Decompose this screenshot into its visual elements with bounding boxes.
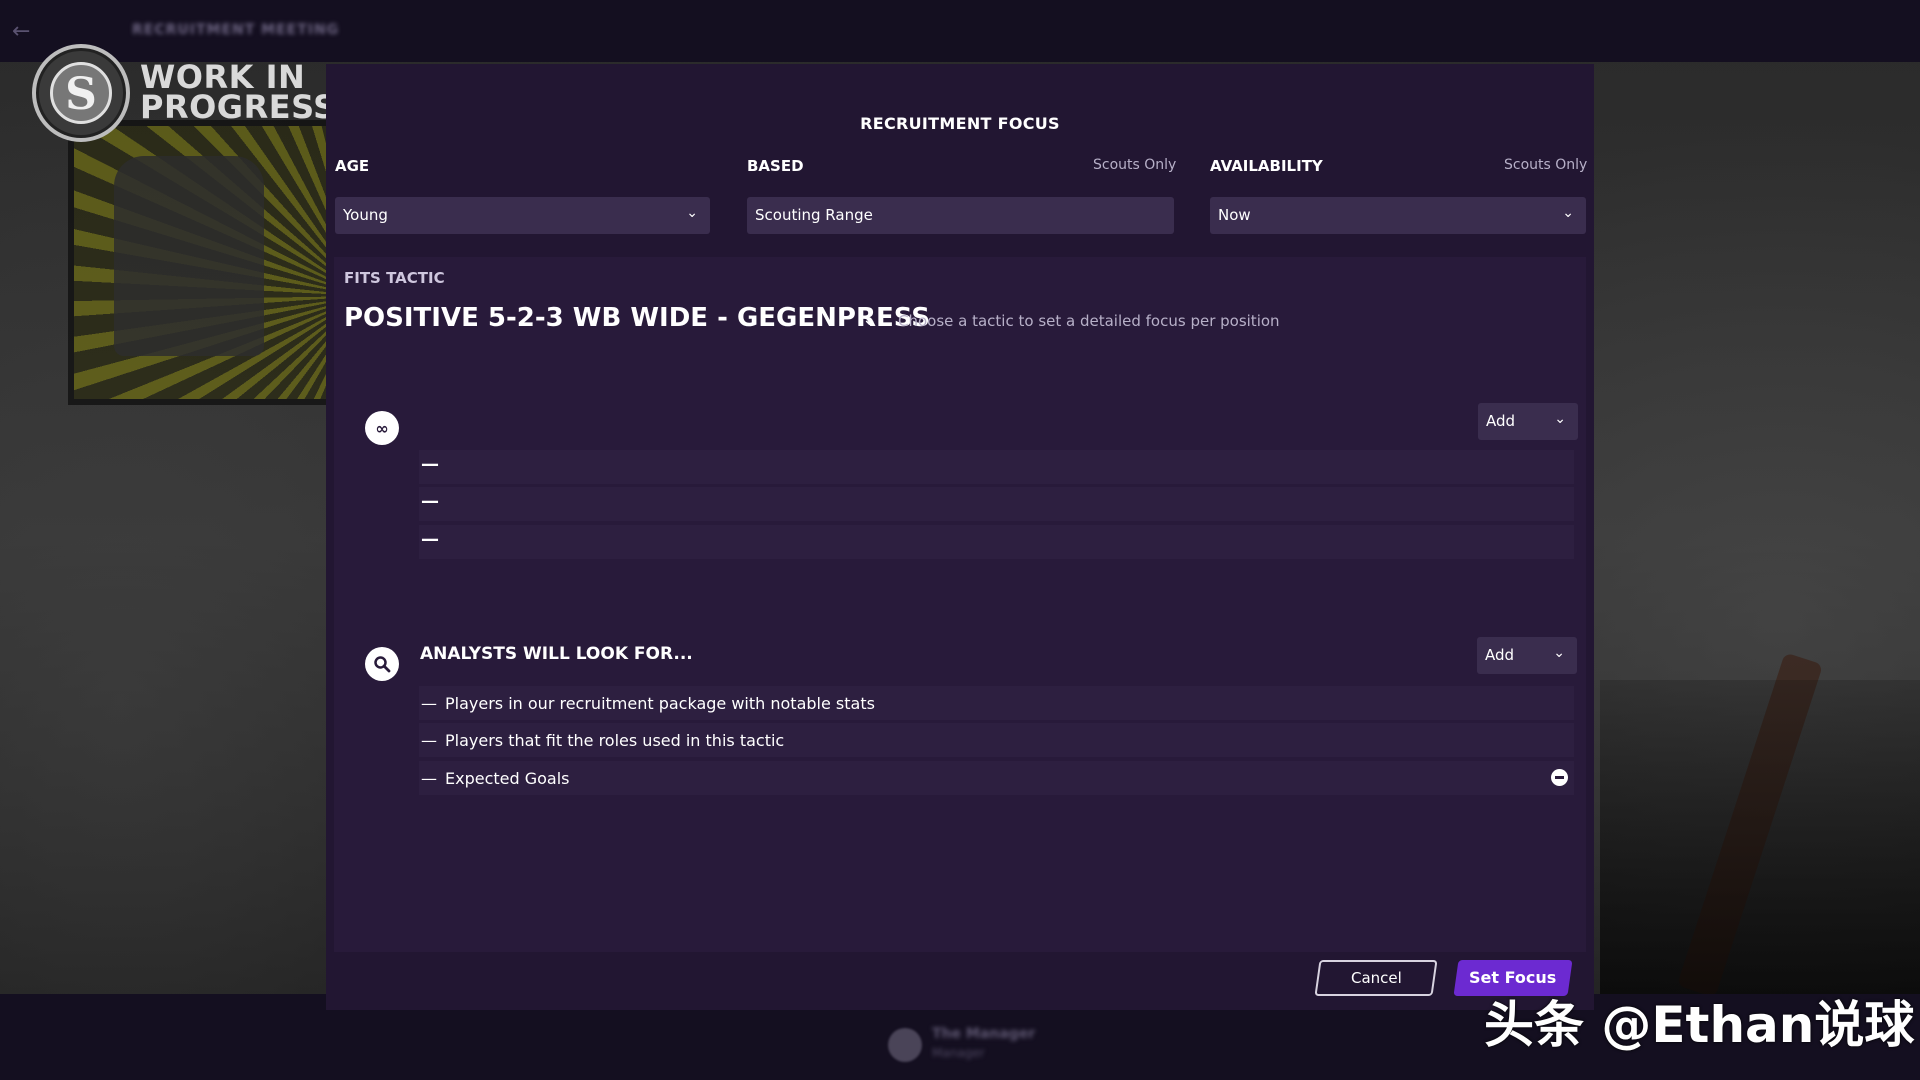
- corner-watermark: 头条 @Ethan说球: [1484, 996, 1915, 1054]
- analysts-row: — Players that fit the roles used in this…: [419, 723, 1574, 757]
- age-dropdown[interactable]: Young ⌄: [335, 197, 710, 234]
- binoculars-icon: ∞: [365, 411, 399, 445]
- analysts-row-text: Players that fit the roles used in this …: [445, 731, 785, 750]
- chevron-down-icon: ⌄: [1562, 205, 1574, 221]
- tactic-name-selector[interactable]: POSITIVE 5-2-3 WB WIDE - GEGENPRESS: [344, 303, 930, 333]
- availability-dropdown[interactable]: Now ⌄: [1210, 197, 1586, 234]
- sports-interactive-logo: [32, 44, 130, 142]
- analysts-row: — Players in our recruitment package with…: [419, 686, 1574, 720]
- logo-emblem: [50, 62, 112, 124]
- analysts-row: — Expected Goals: [419, 761, 1574, 795]
- row-dash: —: [421, 769, 437, 788]
- analysts-add-dropdown[interactable]: Add ⌄: [1477, 637, 1577, 674]
- scouts-add-dropdown[interactable]: Add ⌄: [1478, 403, 1578, 440]
- recruitment-focus-modal: RECRUITMENT FOCUS AGE Young ⌄ BASED Scou…: [326, 64, 1594, 1010]
- modal-title: RECRUITMENT FOCUS: [860, 114, 1060, 133]
- manager-role: Manager: [932, 1046, 985, 1060]
- scouts-add-label: Add: [1486, 412, 1516, 430]
- based-scouts-only: Scouts Only: [1093, 157, 1177, 173]
- based-value: Scouting Range: [755, 206, 873, 224]
- analysts-row-text: Expected Goals: [445, 769, 570, 788]
- analysts-heading: ANALYSTS WILL LOOK FOR...: [420, 644, 693, 664]
- availability-value: Now: [1218, 206, 1251, 224]
- analysts-add-label: Add: [1485, 646, 1515, 664]
- analysts-row-text: Players in our recruitment package with …: [445, 694, 875, 713]
- chevron-down-icon: ⌄: [686, 205, 698, 221]
- chevron-down-icon[interactable]: ⌄: [862, 309, 877, 330]
- chevron-down-icon: ⌄: [1553, 645, 1565, 661]
- cancel-label: Cancel: [1350, 969, 1402, 987]
- magnifier-glyph: [374, 656, 391, 673]
- scouts-row: —: [419, 450, 1574, 484]
- age-value: Young: [343, 206, 388, 224]
- work-in-progress-watermark: WORK IN PROGRESS: [140, 61, 337, 126]
- chevron-down-icon: ⌄: [1554, 411, 1566, 427]
- fits-tactic-label: FITS TACTIC: [344, 269, 445, 287]
- tactic-hint: Choose a tactic to set a detailed focus …: [898, 312, 1280, 330]
- topbar-title: RECRUITMENT MEETING: [132, 22, 340, 38]
- age-label: AGE: [335, 157, 370, 175]
- framed-shirt: [114, 156, 264, 356]
- cancel-button[interactable]: Cancel: [1314, 960, 1438, 996]
- manager-avatar[interactable]: [888, 1028, 922, 1062]
- availability-label: AVAILABILITY: [1210, 157, 1323, 175]
- wip-line-2: PROGRESS: [140, 88, 337, 126]
- row-dash: —: [421, 694, 437, 713]
- fits-tactic-panel: FITS TACTIC POSITIVE 5-2-3 WB WIDE - GEG…: [334, 257, 1586, 952]
- availability-scouts-only: Scouts Only: [1504, 157, 1588, 173]
- scouts-row: —: [419, 525, 1574, 559]
- magnifier-icon: [365, 647, 399, 681]
- remove-circle-icon[interactable]: [1551, 769, 1568, 786]
- scouts-row: —: [419, 487, 1574, 521]
- wall-frame-art: [68, 120, 338, 405]
- based-label: BASED: [747, 157, 804, 175]
- manager-name: The Manager: [932, 1026, 1036, 1042]
- based-dropdown[interactable]: Scouting Range: [747, 197, 1174, 234]
- top-bar: ← RECRUITMENT MEETING: [0, 0, 1920, 62]
- row-dash: —: [421, 731, 437, 750]
- back-arrow-icon[interactable]: ←: [12, 19, 38, 45]
